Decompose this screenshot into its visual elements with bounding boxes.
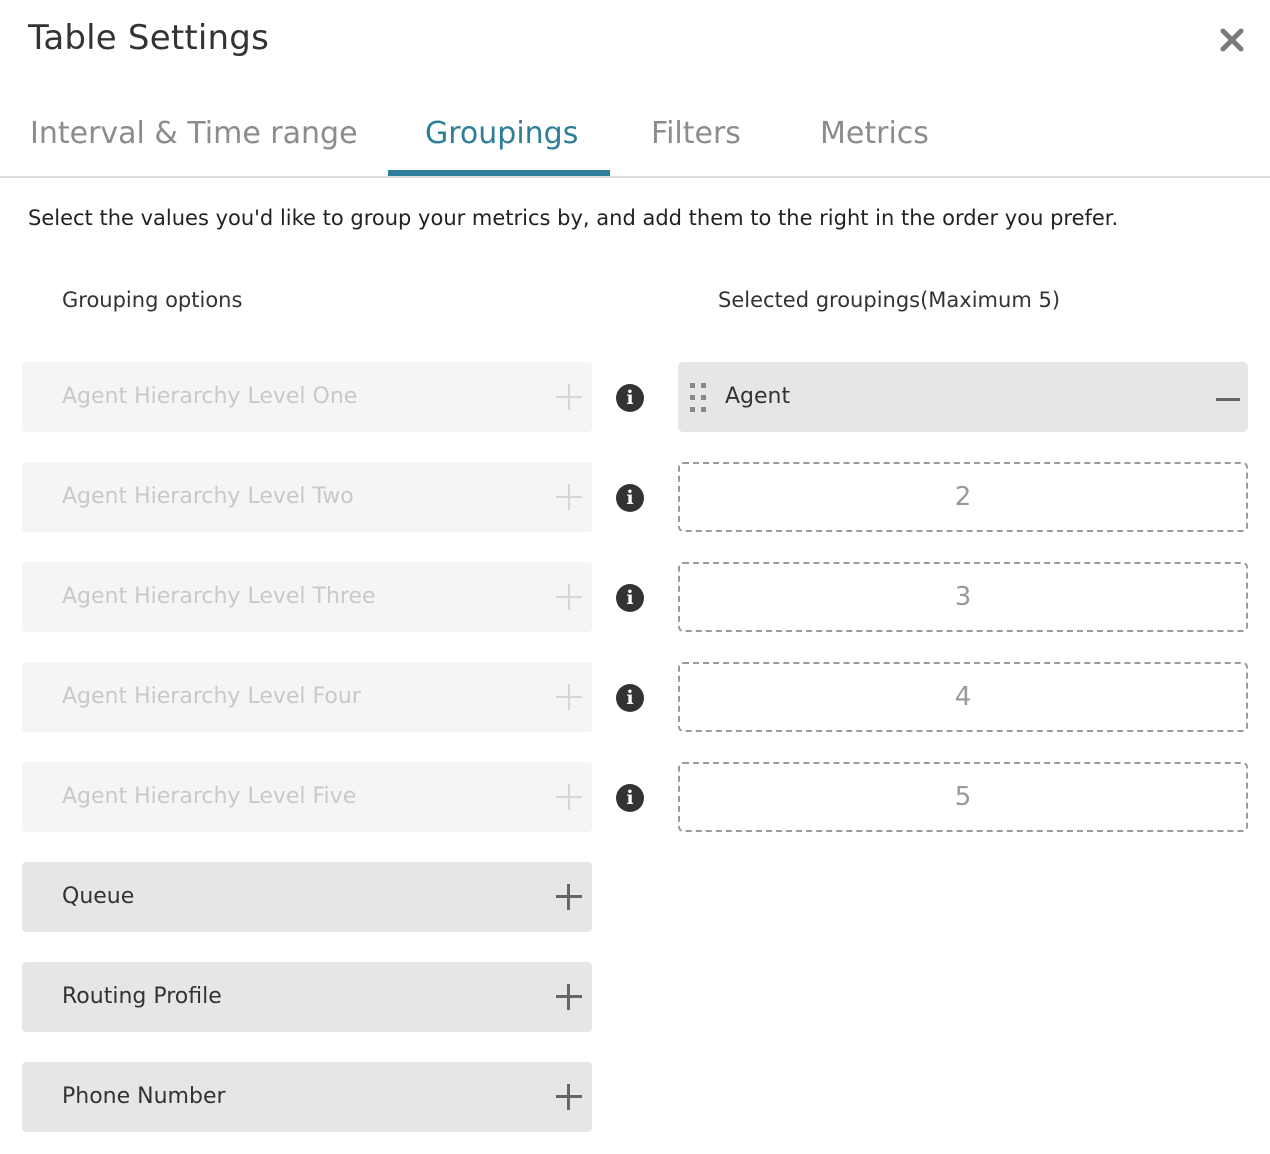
grouping-option-agent-hierarchy-level-three: Agent Hierarchy Level Three: [22, 562, 592, 632]
grouping-option-label: Agent Hierarchy Level Two: [62, 484, 354, 509]
grouping-option-label: Phone Number: [62, 1084, 226, 1109]
info-icon[interactable]: [616, 684, 644, 712]
grouping-option-label: Agent Hierarchy Level Four: [62, 684, 361, 709]
add-icon: [556, 484, 582, 510]
empty-grouping-slot: 4: [678, 662, 1248, 732]
info-icon[interactable]: [616, 584, 644, 612]
add-icon: [556, 384, 582, 410]
tab-metrics[interactable]: Metrics: [820, 116, 929, 151]
empty-grouping-slot: 2: [678, 462, 1248, 532]
grouping-option-label: Agent Hierarchy Level Five: [62, 784, 357, 809]
selected-groupings-heading: Selected groupings(Maximum 5): [718, 288, 1061, 312]
selected-grouping-label: Agent: [725, 384, 791, 409]
slot-number: 4: [954, 682, 972, 712]
grouping-option-phone-number[interactable]: Phone Number: [22, 1062, 592, 1132]
info-icon[interactable]: [616, 384, 644, 412]
grouping-option-queue[interactable]: Queue: [22, 862, 592, 932]
grouping-option-agent-hierarchy-level-four: Agent Hierarchy Level Four: [22, 662, 592, 732]
tab-interval-time-range[interactable]: Interval & Time range: [30, 116, 358, 151]
close-icon[interactable]: [1216, 24, 1248, 56]
tab-bar: Interval & Time range Groupings Filters …: [0, 100, 1270, 178]
info-icon[interactable]: [616, 484, 644, 512]
grouping-option-label: Queue: [62, 884, 135, 909]
add-icon[interactable]: [556, 1084, 582, 1110]
grouping-option-label: Agent Hierarchy Level Three: [62, 584, 376, 609]
add-icon: [556, 684, 582, 710]
grouping-option-routing-profile[interactable]: Routing Profile: [22, 962, 592, 1032]
grouping-options-heading: Grouping options: [62, 288, 243, 312]
selected-grouping-agent[interactable]: Agent: [678, 362, 1248, 432]
tab-filters[interactable]: Filters: [651, 116, 741, 151]
grouping-option-agent-hierarchy-level-one: Agent Hierarchy Level One: [22, 362, 592, 432]
empty-grouping-slot: 5: [678, 762, 1248, 832]
add-icon: [556, 784, 582, 810]
dialog-title: Table Settings: [28, 18, 269, 58]
tab-groupings[interactable]: Groupings: [425, 116, 578, 151]
grouping-option-agent-hierarchy-level-two: Agent Hierarchy Level Two: [22, 462, 592, 532]
grouping-option-agent-hierarchy-level-five: Agent Hierarchy Level Five: [22, 762, 592, 832]
add-icon: [556, 584, 582, 610]
info-icon[interactable]: [616, 784, 644, 812]
remove-icon[interactable]: [1216, 398, 1240, 401]
grouping-option-label: Routing Profile: [62, 984, 222, 1009]
active-tab-indicator: [388, 170, 610, 176]
grouping-option-label: Agent Hierarchy Level One: [62, 384, 358, 409]
add-icon[interactable]: [556, 884, 582, 910]
groupings-description: Select the values you'd like to group yo…: [28, 206, 1119, 230]
slot-number: 2: [954, 482, 972, 512]
add-icon[interactable]: [556, 984, 582, 1010]
slot-number: 5: [954, 782, 972, 812]
slot-number: 3: [954, 582, 972, 612]
empty-grouping-slot: 3: [678, 562, 1248, 632]
drag-handle-icon[interactable]: [690, 383, 708, 413]
